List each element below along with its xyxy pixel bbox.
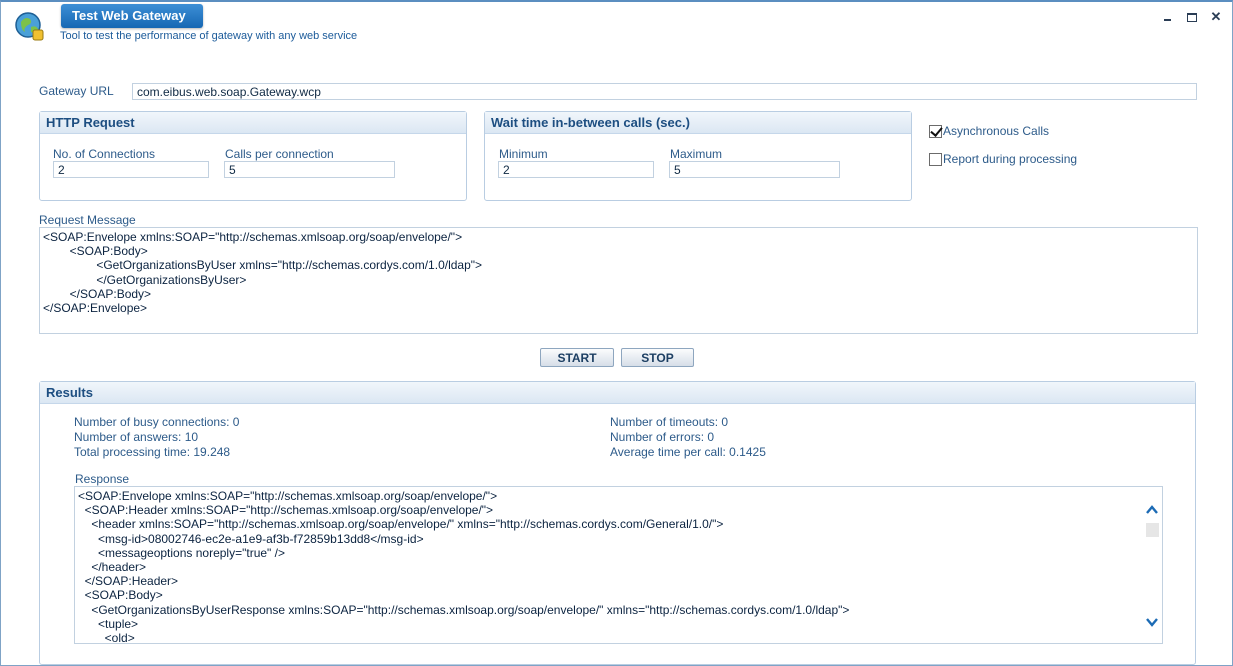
minimize-icon[interactable] bbox=[1162, 11, 1174, 23]
connections-label: No. of Connections bbox=[53, 147, 156, 161]
window-controls: ✕ bbox=[1162, 10, 1222, 23]
calls-per-connection-label: Calls per connection bbox=[225, 147, 334, 161]
request-message-label: Request Message bbox=[39, 213, 136, 227]
window-title: Test Web Gateway bbox=[61, 4, 203, 28]
window-subtitle: Tool to test the performance of gateway … bbox=[60, 30, 358, 42]
scroll-down-icon[interactable] bbox=[1144, 615, 1160, 629]
http-request-title: HTTP Request bbox=[40, 112, 466, 134]
start-button[interactable]: START bbox=[540, 348, 614, 367]
results-title: Results bbox=[40, 382, 1195, 404]
request-message-textarea[interactable]: <SOAP:Envelope xmlns:SOAP="http://schema… bbox=[39, 227, 1198, 334]
response-label: Response bbox=[75, 472, 130, 486]
app-window: Test Web Gateway Tool to test the perfor… bbox=[0, 0, 1233, 666]
scroll-up-icon[interactable] bbox=[1144, 503, 1160, 517]
report-during-processing-checkbox[interactable]: Report during processing bbox=[929, 152, 1077, 166]
gateway-url-input[interactable] bbox=[132, 83, 1197, 100]
gateway-url-label: Gateway URL bbox=[39, 84, 114, 98]
checkbox-unchecked-icon[interactable] bbox=[929, 152, 942, 166]
calls-per-connection-input[interactable] bbox=[224, 161, 395, 178]
maximum-input[interactable] bbox=[669, 161, 840, 178]
total-time-stat: Total processing time: 19.248 bbox=[74, 445, 231, 459]
scrollbar-thumb[interactable] bbox=[1146, 523, 1159, 537]
maximize-icon[interactable] bbox=[1186, 11, 1198, 23]
stop-button[interactable]: STOP bbox=[621, 348, 694, 367]
errors-stat: Number of errors: 0 bbox=[610, 430, 715, 444]
minimum-input[interactable] bbox=[498, 161, 654, 178]
close-icon[interactable]: ✕ bbox=[1210, 10, 1222, 23]
async-calls-checkbox[interactable]: Asynchronous Calls bbox=[929, 124, 1049, 138]
maximum-label: Maximum bbox=[670, 147, 723, 161]
minimum-label: Minimum bbox=[499, 147, 548, 161]
timeouts-stat: Number of timeouts: 0 bbox=[610, 415, 729, 429]
response-textarea[interactable]: <SOAP:Envelope xmlns:SOAP="http://schema… bbox=[74, 486, 1163, 644]
avg-time-stat: Average time per call: 0.1425 bbox=[610, 445, 766, 459]
gateway-app-icon bbox=[15, 12, 44, 41]
connections-input[interactable] bbox=[53, 161, 209, 178]
async-calls-label: Asynchronous Calls bbox=[943, 124, 1050, 138]
answers-stat: Number of answers: 10 bbox=[74, 430, 199, 444]
wait-time-title: Wait time in-between calls (sec.) bbox=[485, 112, 911, 134]
checkbox-checked-icon[interactable] bbox=[929, 124, 942, 138]
busy-connections-stat: Number of busy connections: 0 bbox=[74, 415, 240, 429]
report-during-processing-label: Report during processing bbox=[943, 152, 1078, 166]
